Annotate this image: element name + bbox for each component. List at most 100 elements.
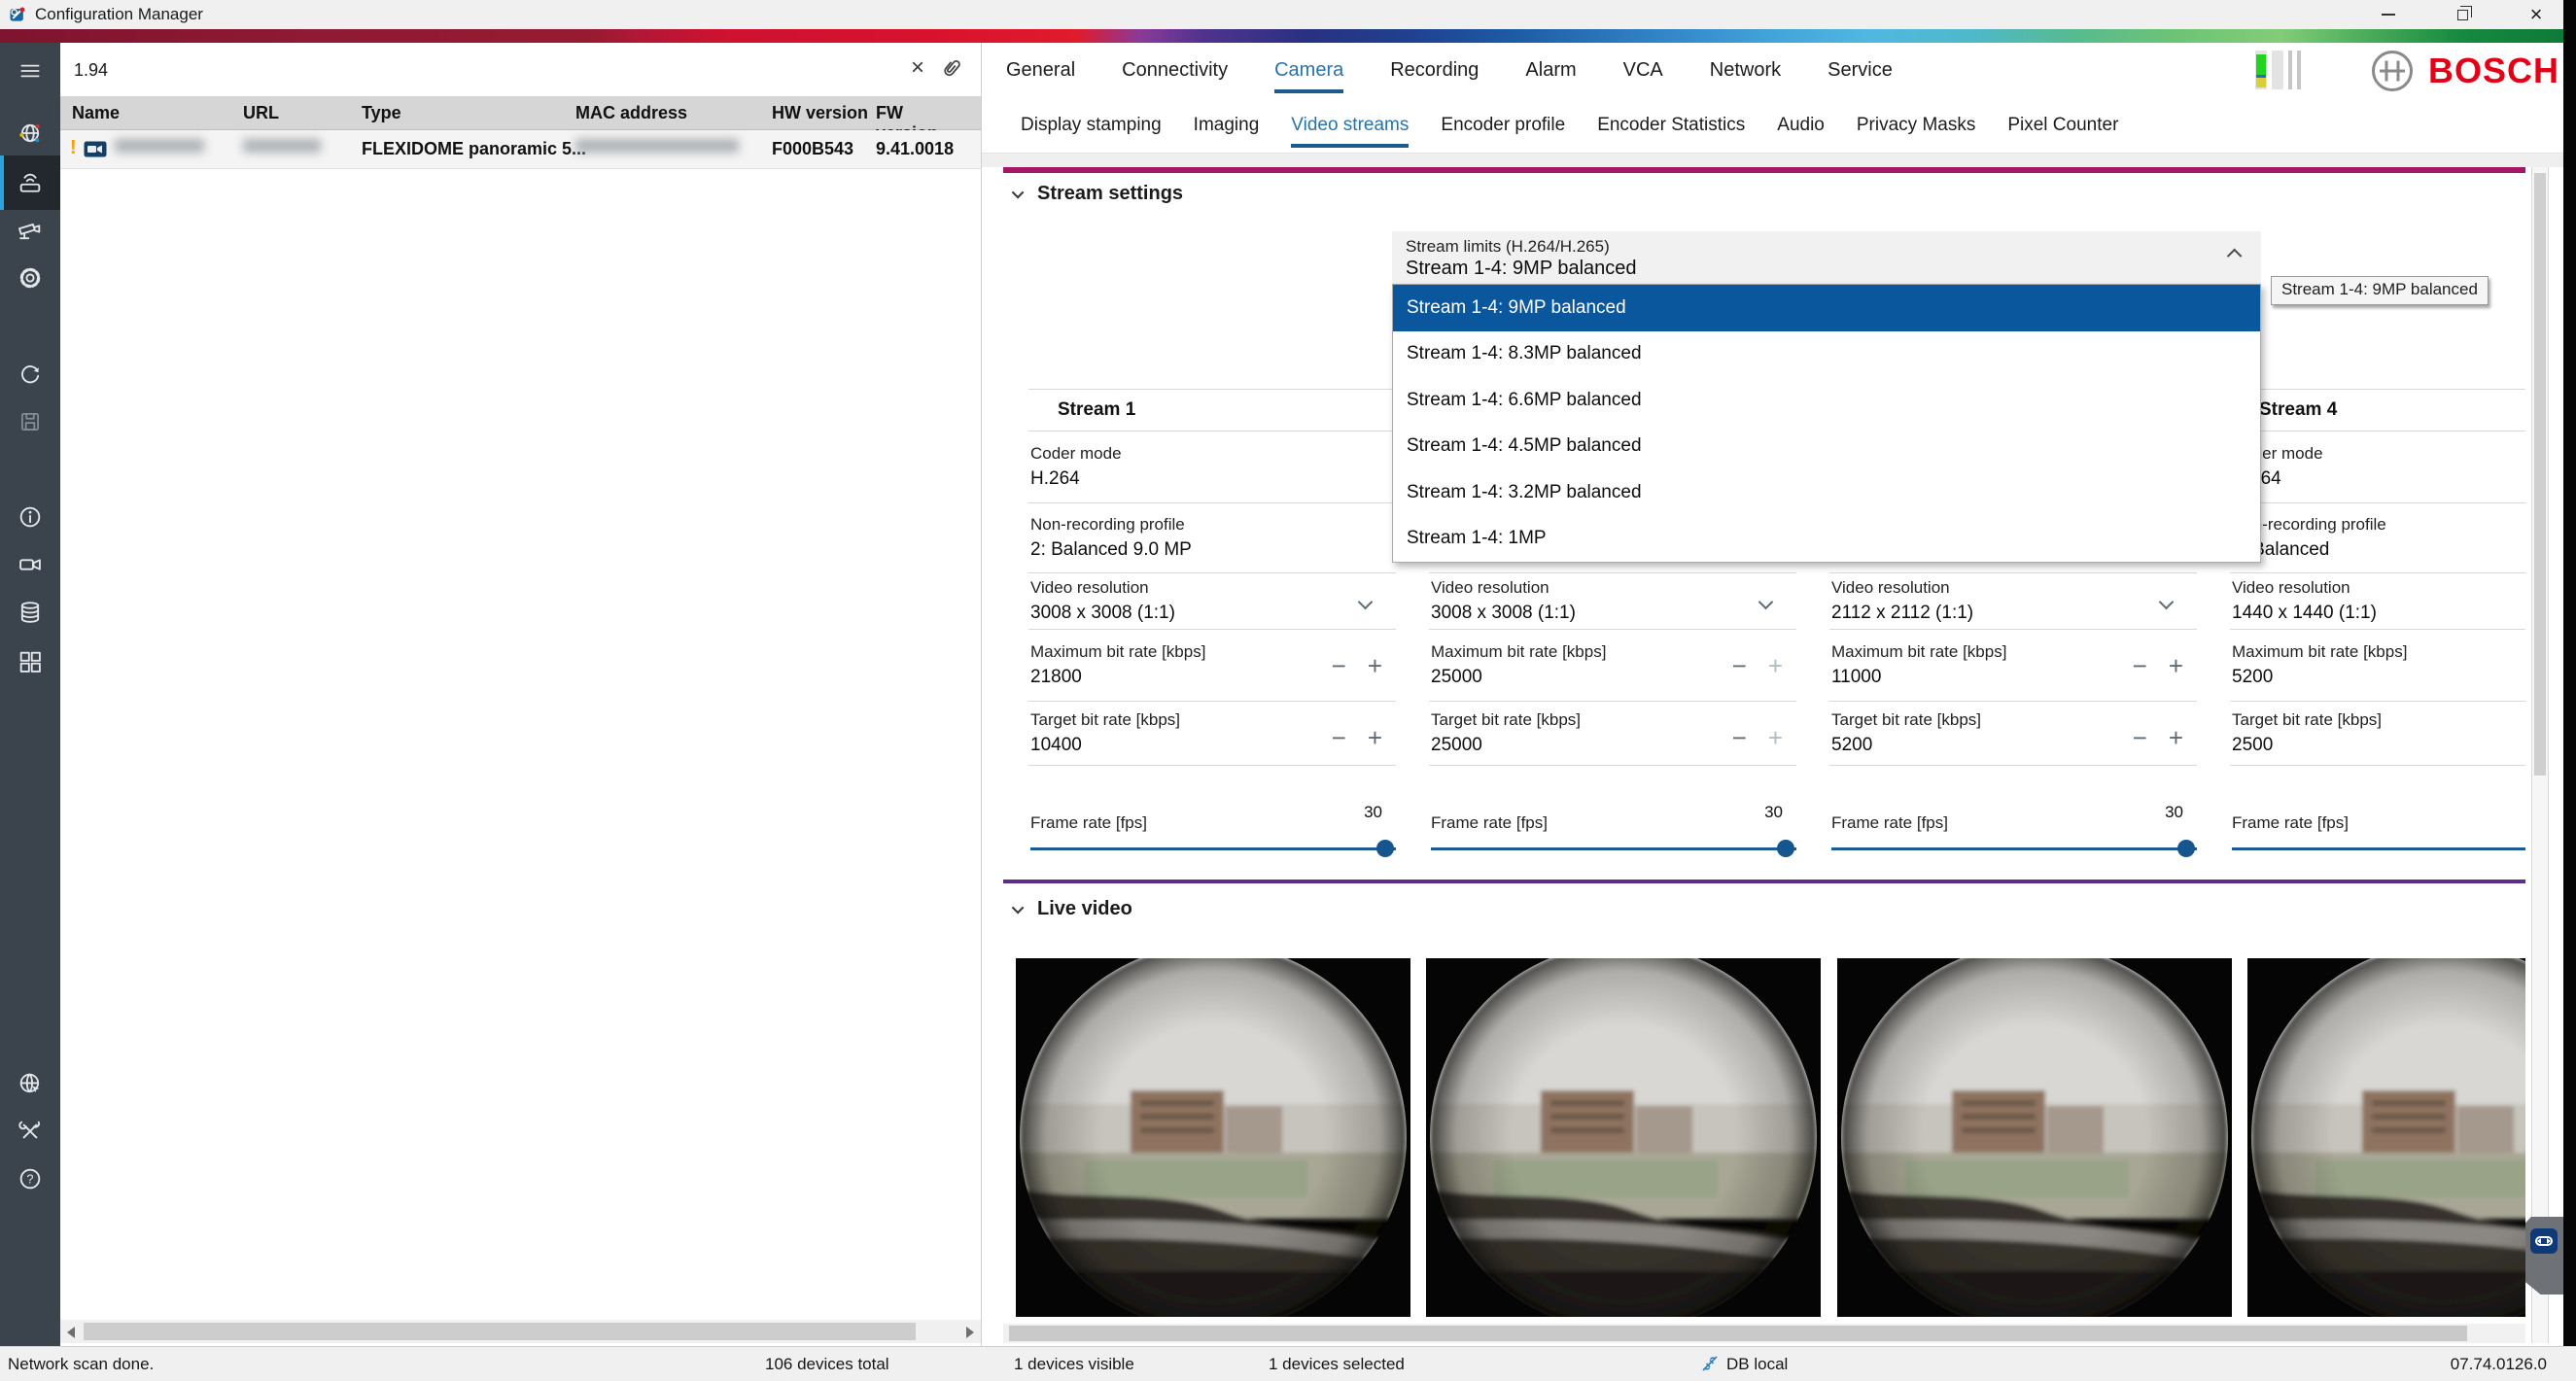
tab-general[interactable]: General xyxy=(1006,43,1075,97)
menu-icon[interactable] xyxy=(0,44,60,98)
slider-handle[interactable] xyxy=(1376,840,1394,857)
video-resolution-label: Video resolution xyxy=(1030,578,1396,598)
restore-button[interactable] xyxy=(2448,1,2477,28)
search-input[interactable] xyxy=(74,56,890,84)
decrement-button[interactable]: − xyxy=(1332,725,1346,750)
save-icon[interactable] xyxy=(0,395,60,449)
tools-icon[interactable] xyxy=(0,1104,60,1158)
dropdown-option[interactable]: Stream 1-4: 1MP xyxy=(1393,516,2260,563)
paperclip-icon[interactable] xyxy=(939,55,964,81)
stream-settings-header[interactable]: Stream settings xyxy=(1015,183,1183,205)
subtab-privacy-masks[interactable]: Privacy Masks xyxy=(1857,97,1975,154)
help-icon[interactable]: ? xyxy=(0,1152,60,1206)
slider-handle[interactable] xyxy=(2177,840,2195,857)
column-header-type[interactable]: Type xyxy=(362,103,401,123)
subtab-encoder-profile[interactable]: Encoder profile xyxy=(1441,97,1565,154)
scroll-right-icon[interactable] xyxy=(966,1327,974,1338)
increment-button[interactable]: + xyxy=(1768,725,1783,750)
remote-session-badge[interactable] xyxy=(2525,1217,2563,1295)
subtab-audio[interactable]: Audio xyxy=(1777,97,1825,154)
stream-limits-label: Stream limits (H.264/H.265) xyxy=(1406,237,1610,257)
redacted-device-url xyxy=(243,139,321,153)
db-local-label[interactable]: DB local xyxy=(1726,1355,1788,1374)
decrement-button[interactable]: − xyxy=(1332,653,1346,678)
network-scan-icon[interactable] xyxy=(0,106,60,160)
remote-arrows-icon[interactable] xyxy=(2530,1228,2558,1254)
chevron-down-icon xyxy=(1012,902,1025,915)
chevron-up-icon[interactable] xyxy=(2227,249,2243,264)
web-icon[interactable] xyxy=(0,1056,60,1111)
devices-selected: 1 devices selected xyxy=(1269,1355,1405,1374)
devices-icon[interactable] xyxy=(0,155,60,210)
clear-search-icon[interactable]: × xyxy=(904,54,931,82)
cctv-camera-icon[interactable] xyxy=(0,203,60,258)
vscroll-thumb[interactable] xyxy=(2534,173,2546,776)
increment-button[interactable]: + xyxy=(2169,653,2183,678)
column-header-name[interactable]: Name xyxy=(72,103,120,123)
column-header-hw[interactable]: HW version xyxy=(772,103,868,123)
slider-handle[interactable] xyxy=(1777,840,1794,857)
frame-rate-slider[interactable] xyxy=(1030,840,1396,857)
max-bit-rate-value: 5200 xyxy=(2232,667,2525,688)
dropdown-option[interactable]: Stream 1-4: 4.5MP balanced xyxy=(1393,424,2260,470)
dropdown-option[interactable]: Stream 1-4: 9MP balanced xyxy=(1393,285,2260,331)
frame-rate-slider[interactable] xyxy=(1431,840,1796,857)
title-bar: Configuration Manager × xyxy=(0,0,2563,29)
bosch-brand-stripe xyxy=(0,29,2563,43)
main-hscrollbar[interactable] xyxy=(1003,1324,2525,1343)
stream-limits-dropdown[interactable]: Stream limits (H.264/H.265) Stream 1-4: … xyxy=(1392,231,2261,284)
main-vscrollbar[interactable] xyxy=(2531,167,2549,1343)
device-type-icon xyxy=(84,141,107,162)
dropdown-option[interactable]: Stream 1-4: 3.2MP balanced xyxy=(1393,469,2260,516)
minimize-button[interactable] xyxy=(2374,1,2403,28)
main-tabs-row: General Connectivity Camera Recording Al… xyxy=(982,43,2563,97)
tab-recording[interactable]: Recording xyxy=(1390,43,1479,97)
tab-alarm[interactable]: Alarm xyxy=(1525,43,1576,97)
dropdown-option[interactable]: Stream 1-4: 8.3MP balanced xyxy=(1393,331,2260,378)
database-icon[interactable] xyxy=(0,585,60,639)
live-video-tile-4 xyxy=(2247,958,2525,1317)
main-pane: General Connectivity Camera Recording Al… xyxy=(982,43,2563,1346)
close-button[interactable]: × xyxy=(2522,1,2551,28)
subtab-encoder-statistics[interactable]: Encoder Statistics xyxy=(1597,97,1745,154)
grid-icon[interactable] xyxy=(0,635,60,689)
subtab-display-stamping[interactable]: Display stamping xyxy=(1021,97,1162,154)
window-title: Configuration Manager xyxy=(35,5,203,24)
bosch-logo: BOSCH xyxy=(2370,49,2559,93)
tab-camera[interactable]: Camera xyxy=(1274,43,1343,97)
video-resolution-value: 3008 x 3008 (1:1) xyxy=(1431,603,1796,624)
tab-vca[interactable]: VCA xyxy=(1623,43,1663,97)
table-row[interactable]: ! FLEXIDOME panoramic 5... F000B543 9.41… xyxy=(60,130,981,169)
frame-rate-value: 30 xyxy=(2165,803,2183,822)
decrement-button[interactable]: − xyxy=(2133,725,2147,750)
tab-network[interactable]: Network xyxy=(1710,43,1781,97)
decrement-button[interactable]: − xyxy=(1732,725,1747,750)
live-video-header[interactable]: Live video xyxy=(1015,898,1132,920)
settings-gear-icon[interactable] xyxy=(0,251,60,305)
info-icon[interactable] xyxy=(0,490,60,544)
hscroll-thumb[interactable] xyxy=(84,1323,916,1340)
frame-rate-slider[interactable] xyxy=(1831,840,2197,857)
live-video-icon[interactable] xyxy=(0,537,60,592)
decrement-button[interactable]: − xyxy=(1732,653,1747,678)
increment-button[interactable]: + xyxy=(1768,653,1783,678)
decrement-button[interactable]: − xyxy=(2133,653,2147,678)
increment-button[interactable]: + xyxy=(1368,653,1382,678)
subtab-video-streams[interactable]: Video streams xyxy=(1291,97,1409,154)
increment-button[interactable]: + xyxy=(2169,725,2183,750)
refresh-icon[interactable] xyxy=(0,347,60,401)
tab-service[interactable]: Service xyxy=(1828,43,1893,97)
hscroll-thumb[interactable] xyxy=(1009,1326,2467,1341)
frame-rate-value: 30 xyxy=(1364,803,1382,822)
increment-button[interactable]: + xyxy=(1368,725,1382,750)
dropdown-option[interactable]: Stream 1-4: 6.6MP balanced xyxy=(1393,377,2260,424)
video-resolution-value: 3008 x 3008 (1:1) xyxy=(1030,603,1396,624)
tab-connectivity[interactable]: Connectivity xyxy=(1122,43,1228,97)
scroll-left-icon[interactable] xyxy=(67,1327,75,1338)
subtab-imaging[interactable]: Imaging xyxy=(1194,97,1260,154)
subtab-pixel-counter[interactable]: Pixel Counter xyxy=(2007,97,2118,154)
column-header-mac[interactable]: MAC address xyxy=(575,103,687,123)
frame-rate-slider[interactable] xyxy=(2232,840,2525,857)
column-header-url[interactable]: URL xyxy=(243,103,279,123)
device-panel-hscrollbar[interactable] xyxy=(60,1320,981,1343)
